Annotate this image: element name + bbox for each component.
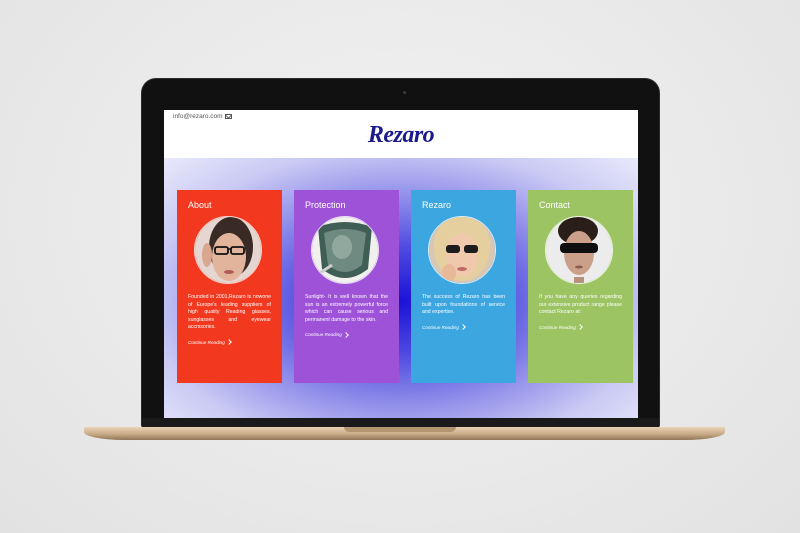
continue-reading-link[interactable]: Continue Reading (188, 339, 271, 345)
card-text: Founded in 2001,Rezaro is nowone of Euro… (188, 294, 271, 330)
blonde-woman-sunglasses-photo (428, 216, 496, 284)
envelope-icon (224, 114, 232, 119)
card-text: If you have any queries regarding our ex… (539, 294, 622, 315)
card-text: Sunlight- It is well known that the sun … (305, 294, 388, 323)
link-label[interactable]: Continue Reading (539, 325, 576, 330)
card-about: About Founded in 2001,Rezaro is nowone o… (177, 190, 282, 383)
card-protection: Protection Sunlight- It is well known th… (294, 190, 399, 383)
hero-section: About Founded in 2001,Rezaro is nowone o… (164, 158, 638, 418)
continue-reading-link[interactable]: Continue Reading (305, 331, 388, 338)
card-title: Contact (539, 200, 571, 210)
man-sunglasses-photo (545, 216, 613, 284)
link-label[interactable]: Continue Reading (305, 332, 342, 337)
card-title: About (188, 200, 212, 210)
card-rezaro: Rezaro The success of Rezaro has been bu… (411, 190, 516, 383)
header: info@rezaro.com Rezaro (164, 110, 638, 158)
email-link[interactable]: info@rezaro.com (173, 113, 223, 120)
webcam (403, 91, 406, 94)
link-label[interactable]: Continue Reading (422, 325, 459, 330)
card-text: The success of Rezaro has been built upo… (422, 294, 505, 315)
card-title: Protection (305, 200, 346, 210)
link-label[interactable]: Continue Reading (188, 340, 225, 345)
laptop-notch (344, 427, 456, 432)
continue-reading-link[interactable]: Continue Reading (539, 324, 622, 330)
chevron-right-icon (459, 324, 466, 330)
email-contact[interactable]: info@rezaro.com (173, 113, 232, 120)
site-logo[interactable]: Rezaro (164, 122, 638, 149)
chevron-right-icon (225, 339, 232, 345)
sunglasses-lens-photo (311, 216, 379, 284)
card-title: Rezaro (422, 200, 452, 210)
woman-glasses-photo (194, 216, 262, 284)
card-contact: Contact If you have any queries regardin… (528, 190, 633, 383)
screen: info@rezaro.com Rezaro About Founded in (164, 110, 638, 418)
chevron-right-icon (342, 331, 349, 338)
chevron-right-icon (576, 324, 583, 330)
continue-reading-link[interactable]: Continue Reading (422, 324, 505, 330)
